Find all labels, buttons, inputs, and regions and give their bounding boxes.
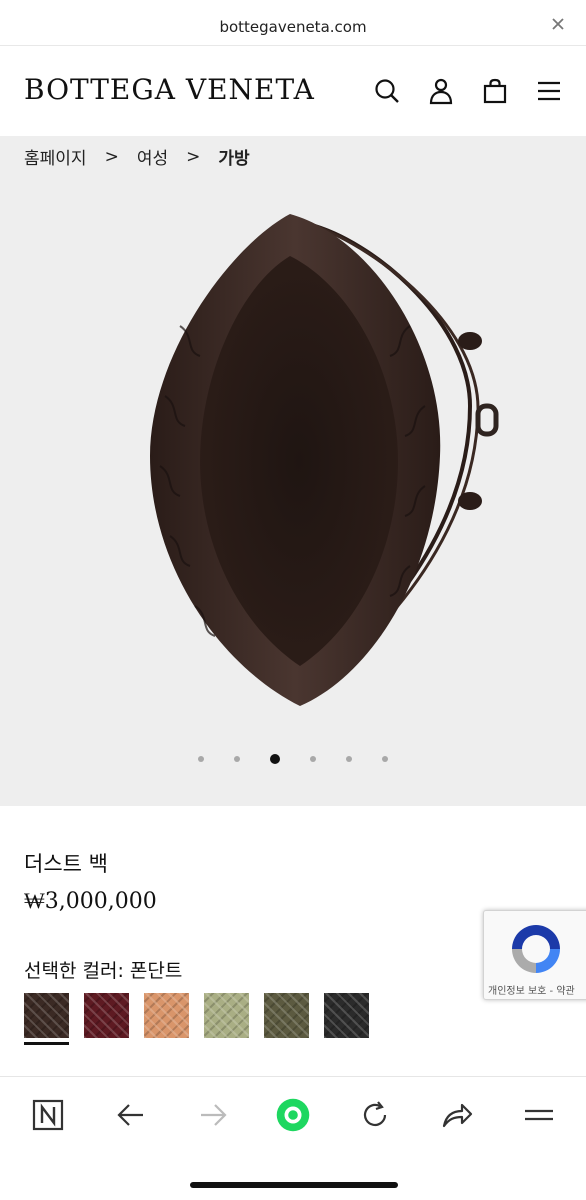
color-swatch[interactable]: [324, 993, 369, 1038]
color-swatch[interactable]: [24, 993, 69, 1038]
gallery-dot[interactable]: [346, 756, 352, 762]
swatch-texture: [24, 993, 69, 1038]
recaptcha-terms[interactable]: 개인정보 보호 - 약관: [488, 982, 575, 997]
selected-color-label: 선택한 컬러: 폰단트: [24, 960, 183, 982]
swatch-texture: [144, 993, 189, 1038]
forward-arrow-icon[interactable]: [193, 1095, 233, 1135]
color-swatch[interactable]: [204, 993, 249, 1038]
breadcrumb-separator: >: [186, 146, 201, 167]
gallery-dot[interactable]: [270, 754, 280, 764]
site-header: BOTTEGA VENETA: [0, 46, 586, 136]
product-name: 더스트 백: [24, 852, 108, 876]
product-gallery[interactable]: 홈페이지 > 여성 > 가방: [0, 136, 586, 806]
share-icon[interactable]: [437, 1095, 477, 1135]
swatch-texture: [324, 993, 369, 1038]
color-swatch[interactable]: [84, 993, 129, 1038]
color-swatch[interactable]: [264, 993, 309, 1038]
color-swatches: [24, 993, 384, 1038]
recaptcha-icon: [506, 919, 566, 979]
menu-icon[interactable]: [535, 77, 563, 105]
recaptcha-badge[interactable]: 개인정보 보호 - 약관: [483, 910, 586, 1000]
url-text[interactable]: bottegaveneta.com: [0, 18, 586, 36]
home-indicator[interactable]: [190, 1182, 398, 1188]
gallery-dot[interactable]: [382, 756, 388, 762]
green-home-icon[interactable]: [270, 1092, 316, 1138]
breadcrumb-women[interactable]: 여성: [137, 144, 168, 169]
product-price: ₩3,000,000: [24, 889, 157, 914]
gallery-dot[interactable]: [234, 756, 240, 762]
swatch-texture: [84, 993, 129, 1038]
shopping-bag-icon[interactable]: [481, 77, 509, 105]
color-swatch[interactable]: [144, 993, 189, 1038]
product-image[interactable]: [140, 206, 520, 716]
refresh-icon[interactable]: [355, 1095, 395, 1135]
selected-swatch-indicator: [24, 1042, 69, 1045]
close-icon[interactable]: [550, 16, 566, 32]
browser-toolbar: [0, 1076, 586, 1200]
breadcrumb-current: 가방: [218, 149, 250, 169]
account-icon[interactable]: [427, 77, 455, 105]
brand-logo[interactable]: BOTTEGA VENETA: [24, 73, 315, 106]
gallery-dot[interactable]: [310, 756, 316, 762]
search-icon[interactable]: [373, 77, 401, 105]
menu-lines-icon[interactable]: [519, 1095, 559, 1135]
gallery-dot[interactable]: [198, 756, 204, 762]
naver-n-icon[interactable]: [28, 1095, 68, 1135]
breadcrumb-home[interactable]: 홈페이지: [24, 144, 87, 169]
breadcrumb-separator: >: [104, 146, 119, 167]
swatch-texture: [204, 993, 249, 1038]
back-arrow-icon[interactable]: [111, 1095, 151, 1135]
gallery-pagination: [0, 754, 586, 764]
browser-url-bar[interactable]: bottegaveneta.com: [0, 0, 586, 46]
swatch-texture: [264, 993, 309, 1038]
breadcrumb: 홈페이지 > 여성 > 가방: [24, 144, 250, 170]
